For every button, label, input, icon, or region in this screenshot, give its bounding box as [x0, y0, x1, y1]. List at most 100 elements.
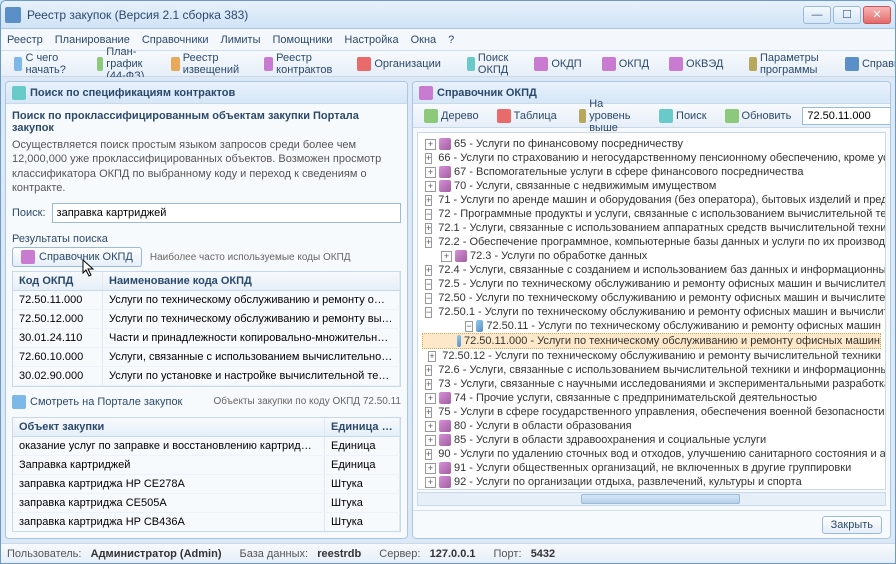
tree-node[interactable]: +67 - Вспомогательные услуги в сфере фин…: [422, 165, 881, 179]
tree-node[interactable]: +74 - Прочие услуги, связанные с предпри…: [422, 391, 881, 405]
okpd-tree[interactable]: +65 - Услуги по финансовому посредничест…: [417, 132, 886, 490]
expand-icon[interactable]: +: [425, 237, 432, 248]
toolbar-icon: [669, 57, 683, 71]
portal-link[interactable]: Смотреть на Портале закупок: [12, 391, 182, 413]
tree-node[interactable]: +72.6 - Услуги, связанные с использовани…: [422, 363, 881, 377]
expand-icon[interactable]: +: [425, 223, 432, 234]
expand-icon[interactable]: +: [425, 477, 436, 488]
tree-node[interactable]: +72.2 - Обеспечение программное, компьют…: [422, 235, 881, 249]
expand-icon[interactable]: +: [425, 139, 436, 150]
menu-Помощники[interactable]: Помощники: [272, 34, 332, 46]
refresh-button[interactable]: Обновить: [718, 106, 799, 126]
menu-Окна[interactable]: Окна: [411, 34, 437, 46]
expand-icon[interactable]: +: [425, 181, 436, 192]
table-row[interactable]: заправка картриджа HP CE278AШтука: [13, 475, 400, 494]
toolbar-Поиск ОКПД[interactable]: Поиск ОКПД: [460, 49, 521, 79]
table-row[interactable]: 30.02.90.000Услуги по установке и настро…: [13, 367, 400, 386]
toolbar-Реестр контрактов[interactable]: Реестр контрактов: [257, 49, 344, 79]
menu-Настройка[interactable]: Настройка: [344, 34, 398, 46]
tree-node[interactable]: +80 - Услуги в области образования: [422, 419, 881, 433]
col-object[interactable]: Объект закупки: [13, 418, 325, 436]
table-row[interactable]: оказание услуг по заправке и восстановле…: [13, 437, 400, 456]
expand-icon[interactable]: +: [425, 153, 432, 164]
toolbar-Реестр извещений[interactable]: Реестр извещений: [164, 49, 251, 79]
col-unit[interactable]: Единица изм: [325, 418, 400, 436]
col-code[interactable]: Код ОКПД: [13, 272, 103, 290]
table-row[interactable]: 72.50.11.000Услуги по техническому обслу…: [13, 291, 400, 310]
expand-icon[interactable]: +: [425, 463, 436, 474]
tree-node[interactable]: −72.50.11 - Услуги по техническому обслу…: [422, 319, 881, 333]
tree-node[interactable]: −72.50.1 - Услуги по техническому обслуж…: [422, 305, 881, 319]
toolbar-С чего начать?[interactable]: С чего начать?: [7, 49, 78, 79]
table-row[interactable]: 72.60.10.000Услуги, связанные с использо…: [13, 348, 400, 367]
collapse-icon[interactable]: −: [465, 321, 473, 332]
expand-icon[interactable]: +: [425, 265, 432, 276]
tree-node[interactable]: −72 - Программные продукты и услуги, свя…: [422, 207, 881, 221]
tree-node[interactable]: +75 - Услуги в сфере государственного уп…: [422, 405, 881, 419]
tree-node[interactable]: +72.4 - Услуги, связанные с созданием и …: [422, 263, 881, 277]
collapse-icon[interactable]: −: [425, 293, 432, 304]
tree-view-button[interactable]: Дерево: [417, 106, 486, 126]
tree-node[interactable]: +65 - Услуги по финансовому посредничест…: [422, 137, 881, 151]
toolbar-icon: [264, 57, 273, 71]
tree-node[interactable]: −72.50 - Услуги по техническому обслужив…: [422, 291, 881, 305]
table-row[interactable]: заправка картриджа CE505AШтука: [13, 494, 400, 513]
tree-node[interactable]: +85 - Услуги в области здравоохранения и…: [422, 433, 881, 447]
collapse-icon[interactable]: −: [425, 209, 432, 220]
table-row[interactable]: Заправка картриджейЕдиница: [13, 456, 400, 475]
scroll-thumb[interactable]: [581, 494, 740, 504]
collapse-icon[interactable]: −: [425, 307, 432, 318]
toolbar-Справка[interactable]: Справка: [838, 54, 896, 74]
menu-Реестр[interactable]: Реестр: [7, 34, 43, 46]
expand-icon[interactable]: +: [441, 251, 452, 262]
tree-node[interactable]: +70 - Услуги, связанные с недвижимым иму…: [422, 179, 881, 193]
tree-node[interactable]: +66 - Услуги по страхованию и негосударс…: [422, 151, 881, 165]
results-label: Результаты поиска: [12, 233, 401, 245]
expand-icon[interactable]: +: [425, 449, 432, 460]
table-row[interactable]: 72.50.12.000Услуги по техническому обслу…: [13, 310, 400, 329]
table-view-button[interactable]: Таблица: [490, 106, 564, 126]
search-description: Осуществляется поиск простым языком запр…: [12, 138, 401, 195]
expand-icon[interactable]: +: [425, 393, 436, 404]
tree-node[interactable]: +72.3 - Услуги по обработке данных: [422, 249, 881, 263]
table-row[interactable]: 30.01.24.110Части и принадлежности копир…: [13, 329, 400, 348]
tree-node[interactable]: +93 - Услуги персональные прочие: [422, 489, 881, 490]
close-button[interactable]: ✕: [863, 6, 891, 24]
tree-search-button[interactable]: Поиск: [652, 106, 713, 126]
tree-node[interactable]: +91 - Услуги общественных организаций, н…: [422, 461, 881, 475]
expand-icon[interactable]: +: [425, 421, 436, 432]
expand-icon[interactable]: +: [428, 351, 435, 362]
toolbar-ОКВЭД[interactable]: ОКВЭД: [662, 54, 730, 74]
collapse-icon[interactable]: −: [425, 279, 432, 290]
toolbar-Организации[interactable]: Организации: [350, 54, 448, 74]
expand-icon[interactable]: +: [425, 365, 432, 376]
tree-node[interactable]: −72.5 - Услуги по техническому обслужива…: [422, 277, 881, 291]
table-row[interactable]: заправка картриджа HP CB436AШтука: [13, 513, 400, 532]
minimize-button[interactable]: —: [803, 6, 831, 24]
okpd-directory-button[interactable]: Справочник ОКПД: [12, 247, 142, 267]
col-name[interactable]: Наименование кода ОКПД: [103, 272, 400, 290]
tree-node[interactable]: +72.1 - Услуги, связанные с использовани…: [422, 221, 881, 235]
menu-?[interactable]: ?: [448, 34, 454, 46]
expand-icon[interactable]: +: [425, 435, 436, 446]
tree-node[interactable]: +72.50.12 - Услуги по техническому обслу…: [422, 349, 881, 363]
toolbar-ОКПД[interactable]: ОКПД: [595, 54, 656, 74]
code-input[interactable]: [802, 107, 891, 125]
okpd-button-label: Справочник ОКПД: [39, 251, 133, 263]
tree-node[interactable]: +71 - Услуги по аренде машин и оборудова…: [422, 193, 881, 207]
search-input[interactable]: [52, 203, 401, 223]
tree-node[interactable]: +92 - Услуги по организации отдыха, разв…: [422, 475, 881, 489]
expand-icon[interactable]: +: [425, 195, 432, 206]
tree-node[interactable]: +90 - Услуги по удалению сточных вод и о…: [422, 447, 881, 461]
toolbar-ОКДП[interactable]: ОКДП: [527, 54, 588, 74]
tree-node[interactable]: 72.50.11.000 - Услуги по техническому об…: [422, 333, 881, 349]
menu-Лимиты[interactable]: Лимиты: [220, 34, 260, 46]
h-scrollbar[interactable]: [417, 492, 886, 506]
maximize-button[interactable]: ☐: [833, 6, 861, 24]
expand-icon[interactable]: +: [425, 407, 432, 418]
tree-node[interactable]: +73 - Услуги, связанные с научными иссле…: [422, 377, 881, 391]
toolbar-Параметры программы[interactable]: Параметры программы: [742, 49, 832, 79]
expand-icon[interactable]: +: [425, 379, 432, 390]
expand-icon[interactable]: +: [425, 167, 436, 178]
close-panel-button[interactable]: Закрыть: [822, 516, 882, 534]
